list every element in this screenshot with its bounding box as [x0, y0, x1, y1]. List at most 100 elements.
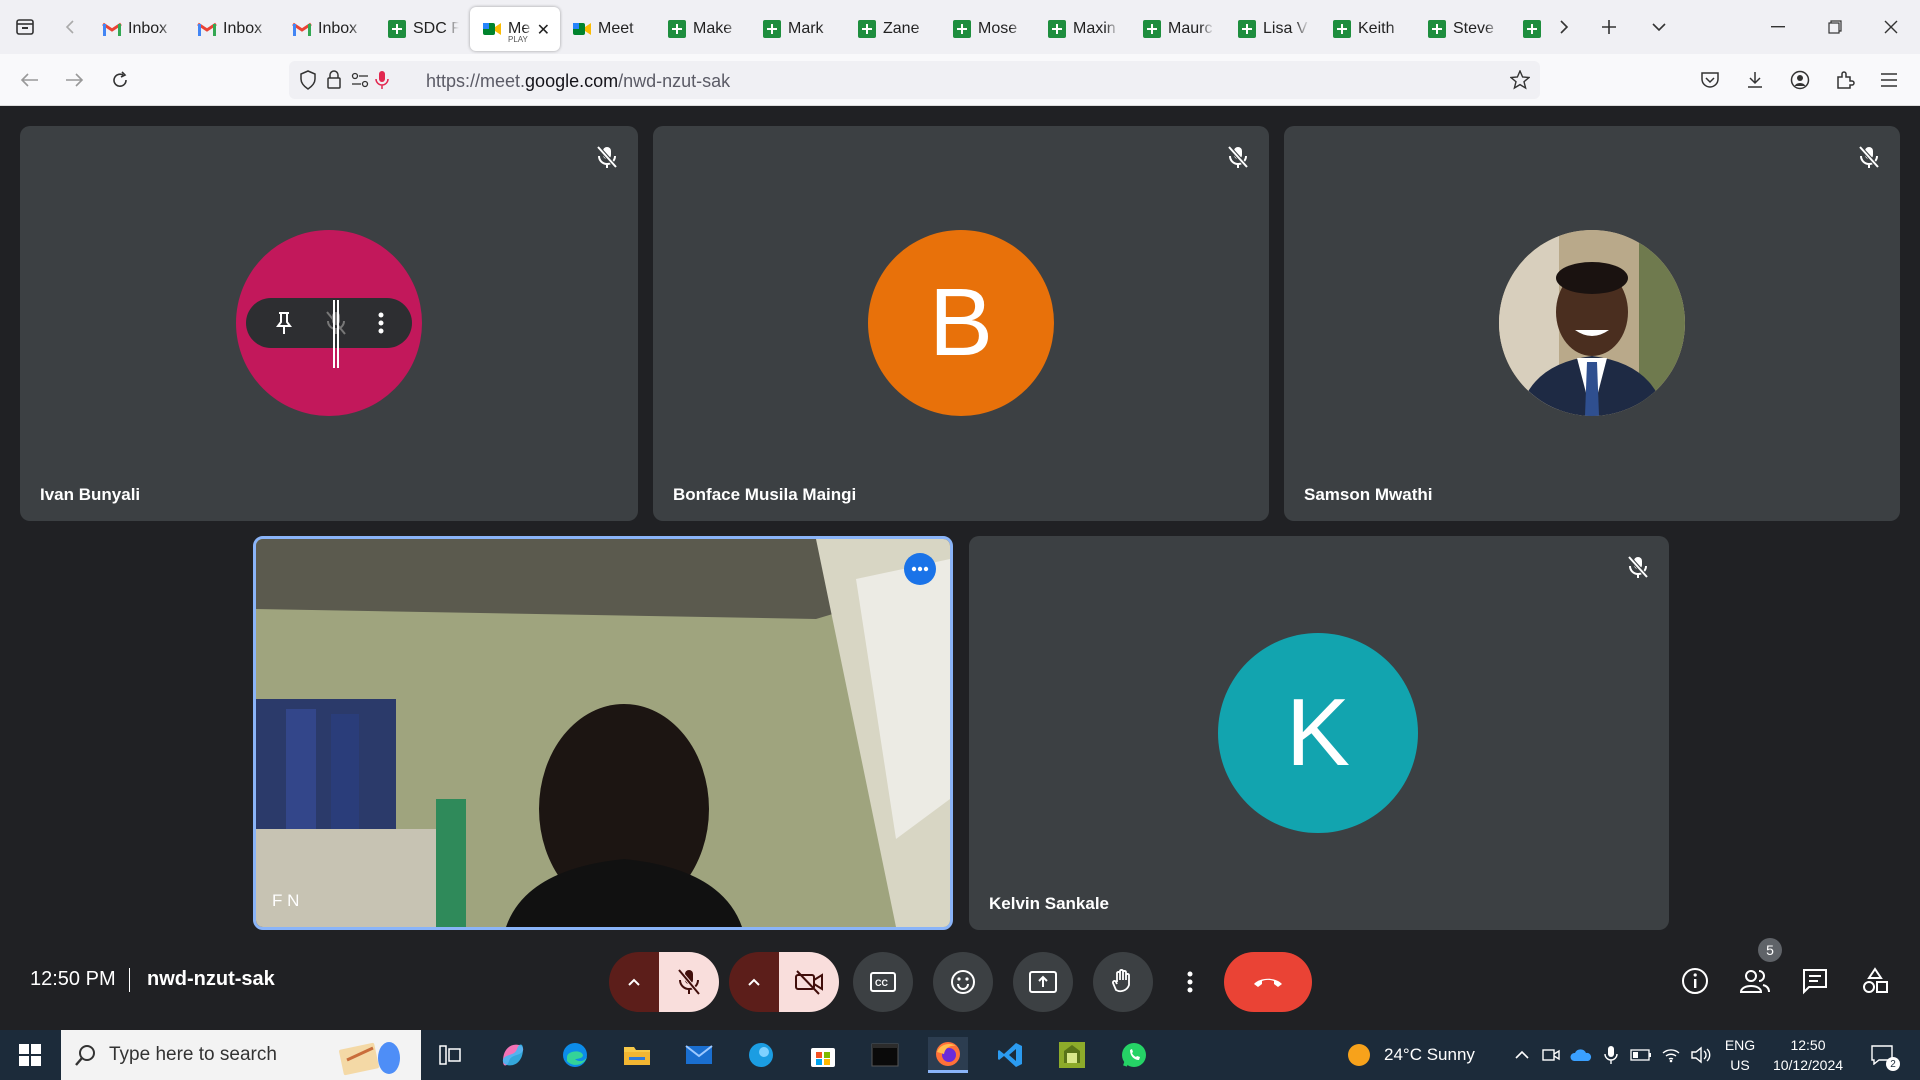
microphone-tray-icon[interactable]: [1596, 1037, 1626, 1073]
edge-dev-icon[interactable]: [741, 1037, 781, 1073]
taskbar-clock[interactable]: 12:50 10/12/2024: [1766, 1035, 1850, 1075]
copilot-icon[interactable]: [493, 1037, 533, 1073]
tracking-shield-icon[interactable]: [299, 70, 317, 90]
new-tab-icon[interactable]: [1584, 0, 1634, 54]
wifi-icon[interactable]: [1656, 1037, 1686, 1073]
sheets-icon: [1047, 19, 1067, 39]
tab-inbox-1[interactable]: Inbox: [90, 7, 185, 51]
menu-icon[interactable]: [1873, 64, 1905, 96]
downloads-icon[interactable]: [1739, 64, 1771, 96]
participant-name: Bonface Musila Maingi: [673, 485, 857, 504]
raise-hand-button[interactable]: [1093, 952, 1153, 1012]
taskbar-search-box[interactable]: Type here to search: [61, 1030, 421, 1080]
vscode-icon[interactable]: [990, 1037, 1030, 1073]
tab-meet-active[interactable]: Me PLAY ✕: [470, 7, 560, 51]
tab-sheet[interactable]: Maxin: [1035, 7, 1130, 51]
tab-meet[interactable]: Meet: [560, 7, 655, 51]
close-window-icon[interactable]: [1862, 0, 1920, 54]
url-text[interactable]: https://meet.google.com/nwd-nzut-sak: [426, 71, 730, 92]
present-screen-button[interactable]: [1013, 952, 1073, 1012]
tabs-scroll-right-icon[interactable]: [1544, 0, 1584, 54]
onedrive-icon[interactable]: [1566, 1037, 1596, 1073]
whatsapp-icon[interactable]: [1114, 1037, 1154, 1073]
mail-icon[interactable]: [679, 1037, 719, 1073]
participant-tile-samson[interactable]: Samson Mwathi: [1284, 126, 1900, 521]
file-explorer-icon[interactable]: [617, 1037, 657, 1073]
task-view-icon[interactable]: [430, 1037, 470, 1073]
more-options-icon[interactable]: [904, 553, 936, 585]
tab-sheet[interactable]: Zane: [845, 7, 940, 51]
tab-sheet[interactable]: Lisa V: [1225, 7, 1320, 51]
chevron-up-icon: [627, 977, 641, 987]
language-indicator[interactable]: ENG US: [1723, 1035, 1757, 1075]
participant-tile-kelvin[interactable]: K Kelvin Sankale: [969, 536, 1669, 930]
audio-settings-button[interactable]: [609, 952, 659, 1012]
microphone-in-use-icon[interactable]: [375, 70, 389, 90]
forward-icon[interactable]: [58, 64, 90, 96]
tab-sheet[interactable]: Make: [655, 7, 750, 51]
firefox-icon[interactable]: [928, 1037, 968, 1073]
participant-tile-self[interactable]: F N: [253, 536, 953, 930]
reload-icon[interactable]: [104, 64, 136, 96]
participant-name: Kelvin Sankale: [989, 894, 1110, 913]
firefox-view-icon[interactable]: [0, 0, 50, 54]
sheets-icon: [1332, 19, 1352, 39]
battery-icon[interactable]: [1626, 1037, 1656, 1073]
bookmark-star-icon[interactable]: [1510, 70, 1530, 90]
pocket-icon[interactable]: [1694, 64, 1726, 96]
tab-sheet-partial[interactable]: [1510, 7, 1544, 51]
gmail-icon: [197, 19, 217, 39]
list-tabs-icon[interactable]: [1634, 0, 1684, 54]
more-options-icon[interactable]: [378, 312, 384, 334]
extensions-icon[interactable]: [1829, 64, 1861, 96]
tab-sheet[interactable]: Steve: [1415, 7, 1510, 51]
participant-tile-bonface[interactable]: B Bonface Musila Maingi: [653, 126, 1269, 521]
terminal-icon[interactable]: [865, 1037, 905, 1073]
tab-sheet[interactable]: Mose: [940, 7, 1035, 51]
mute-participant-icon[interactable]: [325, 300, 347, 368]
volume-icon[interactable]: [1686, 1037, 1716, 1073]
notification-center-icon[interactable]: 2: [1860, 1037, 1904, 1073]
toggle-camera-button[interactable]: [779, 952, 839, 1012]
video-settings-button[interactable]: [729, 952, 779, 1012]
meet-now-icon[interactable]: [1536, 1037, 1566, 1073]
more-options-button[interactable]: [1170, 952, 1210, 1012]
account-icon[interactable]: [1784, 64, 1816, 96]
tabs-scroll-left-icon[interactable]: [50, 0, 90, 54]
people-button[interactable]: [1730, 956, 1780, 1006]
minimize-icon[interactable]: [1749, 0, 1807, 54]
participant-tile-ivan[interactable]: Ivan Bunyali: [20, 126, 638, 521]
gnucash-icon[interactable]: [1052, 1037, 1092, 1073]
shapes-icon: [1861, 967, 1889, 995]
search-highlight-illustration-icon: [333, 1034, 403, 1076]
tab-sheet[interactable]: Maurc: [1130, 7, 1225, 51]
language-code: ENG: [1724, 1037, 1756, 1053]
pin-icon[interactable]: [274, 311, 294, 335]
activities-button[interactable]: [1850, 956, 1900, 1006]
muted-mic-icon: [1225, 144, 1251, 170]
weather-widget[interactable]: 24°C Sunny: [1346, 1030, 1475, 1080]
tab-inbox-2[interactable]: Inbox: [185, 7, 280, 51]
reactions-button[interactable]: [933, 952, 993, 1012]
permissions-icon[interactable]: [351, 72, 369, 88]
windows-start-icon[interactable]: [10, 1037, 50, 1073]
tab-sheet[interactable]: Mark: [750, 7, 845, 51]
chat-button[interactable]: [1790, 956, 1840, 1006]
leave-call-button[interactable]: [1224, 952, 1312, 1012]
meeting-details-button[interactable]: [1670, 956, 1720, 1006]
participant-name: Samson Mwathi: [1304, 485, 1433, 504]
tab-inbox-3[interactable]: Inbox: [280, 7, 375, 51]
restore-icon[interactable]: [1806, 0, 1864, 54]
close-tab-icon[interactable]: ✕: [537, 20, 550, 40]
url-prefix: https://meet.: [426, 71, 526, 91]
tab-sheet[interactable]: Keith: [1320, 7, 1415, 51]
divider: [129, 968, 130, 992]
back-icon[interactable]: [14, 64, 46, 96]
toggle-microphone-button[interactable]: [659, 952, 719, 1012]
lock-icon[interactable]: [326, 70, 342, 90]
edge-icon[interactable]: [555, 1037, 595, 1073]
microsoft-store-icon[interactable]: [803, 1037, 843, 1073]
captions-button[interactable]: CC: [853, 952, 913, 1012]
url-bar[interactable]: https://meet.google.com/nwd-nzut-sak: [289, 61, 1540, 99]
tab-sdc[interactable]: SDC F: [375, 7, 470, 51]
